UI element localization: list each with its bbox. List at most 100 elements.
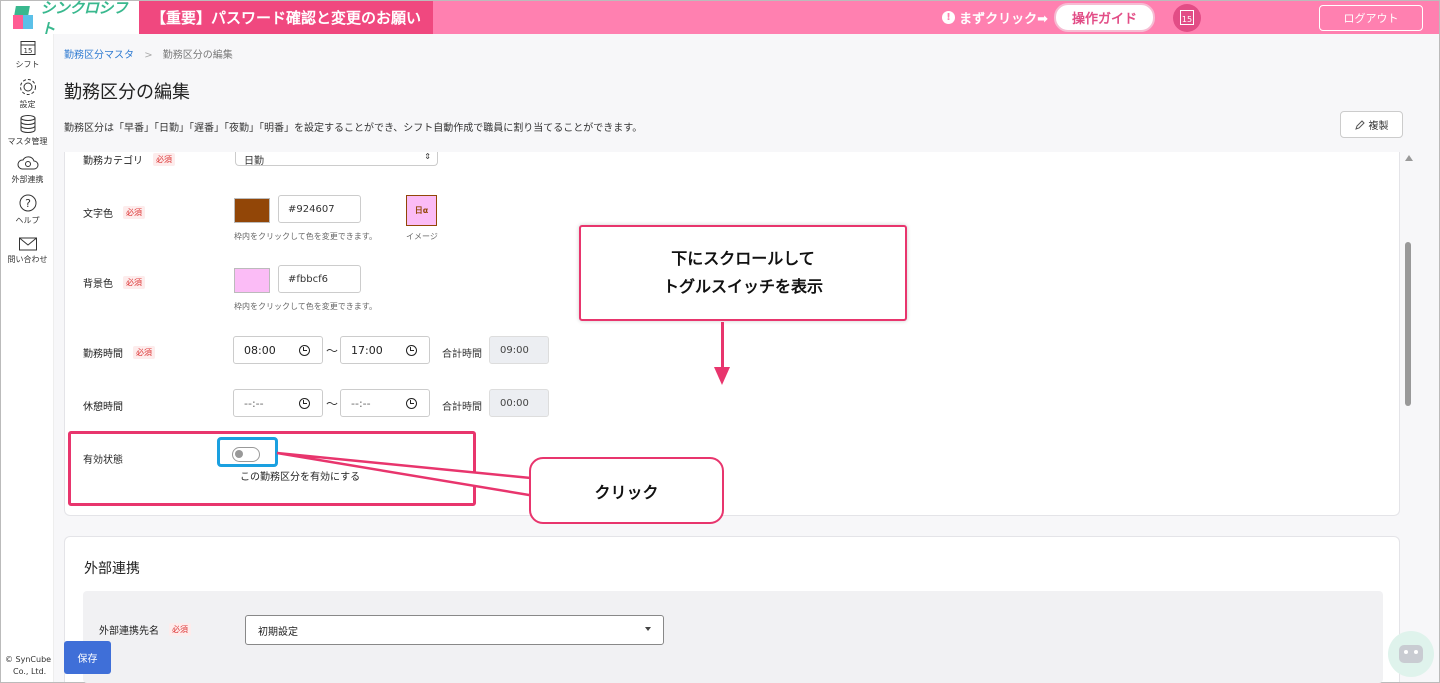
sidebar-item-label: 外部連携 (11, 175, 44, 184)
external-name-label: 外部連携先名 (99, 626, 159, 637)
breadcrumb-link-work-category-master[interactable]: 勤務区分マスタ (64, 50, 134, 61)
app-logo[interactable]: シンクロシフト (1, 0, 139, 38)
scroll-instruction-callout: 下にスクロールして トグルスイッチを表示 (579, 225, 907, 321)
work-time-label-row: 勤務時間 必須 (83, 345, 155, 360)
sidebar-item-external[interactable]: 外部連携 (1, 154, 54, 185)
clock-icon[interactable] (406, 345, 417, 356)
clock-icon[interactable] (299, 398, 310, 409)
external-section-title: 外部連携 (84, 561, 140, 577)
sidebar-item-label: 設定 (19, 100, 36, 109)
help-icon: ? (19, 194, 36, 212)
exclamation-icon: ! (942, 11, 956, 24)
arrow-down-icon (714, 367, 730, 385)
scroll-instruction-line2: トグルスイッチを表示 (662, 277, 823, 296)
break-end-time-input[interactable]: --:-- (340, 389, 430, 417)
chat-assistant-button[interactable] (1388, 631, 1434, 677)
sidebar-item-label: ヘルプ (15, 216, 40, 225)
logo-text: シンクロシフト (40, 0, 128, 38)
copy-button-label: 複製 (1368, 121, 1389, 132)
external-integration-card: 外部連携 外部連携先名 必須 初期設定 (64, 536, 1400, 683)
time-separator: 〜 (326, 397, 339, 411)
external-name-select[interactable]: 初期設定 (245, 615, 664, 645)
sidebar-item-settings[interactable]: 設定 (1, 77, 54, 110)
copyright-line: © SynCube (5, 655, 52, 664)
breadcrumb: 勤務区分マスタ > 勤務区分の編集 (64, 46, 233, 61)
bg-color-hint: 枠内をクリックして色を変更できます。 (234, 302, 377, 311)
main-content: 勤務区分マスタ > 勤務区分の編集 勤務区分の編集 勤務区分は「早番」「日勤」「… (54, 34, 1439, 683)
break-end-value: --:-- (351, 396, 371, 410)
sidebar-item-label: シフト (15, 60, 40, 69)
text-color-hint: 枠内をクリックして色を変更できます。 (234, 232, 377, 241)
sidebar-item-label: マスタ管理 (7, 137, 48, 146)
work-start-value: 08:00 (244, 343, 276, 357)
break-total-label: 合計時間 (442, 402, 482, 413)
calendar-icon: 15 (20, 41, 35, 55)
toggle-highlight (217, 437, 278, 467)
logout-button[interactable]: ログアウト (1319, 4, 1423, 31)
calendar-button[interactable]: 15 (1173, 3, 1201, 32)
text-color-label: 文字色 (83, 209, 113, 220)
breadcrumb-separator: > (144, 50, 153, 61)
page-title: 勤務区分の編集 (64, 82, 190, 103)
sidebar-calendar-day: 15 (23, 47, 32, 55)
break-start-time-input[interactable]: --:-- (233, 389, 323, 417)
work-end-time-input[interactable]: 17:00 (340, 336, 430, 364)
text-color-input[interactable]: #924607 (278, 195, 361, 223)
sidebar-item-help[interactable]: ? ヘルプ (1, 193, 54, 226)
color-preview: 日α (406, 195, 437, 226)
copyright: © SynCube Co., Ltd. (5, 654, 51, 678)
text-color-label-row: 文字色 必須 (83, 205, 145, 220)
external-name-label-row: 外部連携先名 必須 (99, 622, 191, 637)
mail-icon (18, 237, 37, 251)
required-badge: 必須 (123, 206, 145, 219)
work-start-time-input[interactable]: 08:00 (233, 336, 323, 364)
breadcrumb-current: 勤務区分の編集 (162, 50, 233, 61)
category-select[interactable]: 日勤 ⇕ (235, 152, 438, 167)
form-scrollbar[interactable] (1403, 152, 1413, 516)
pencil-icon (1354, 119, 1365, 130)
scroll-thumb[interactable] (1405, 242, 1411, 406)
break-time-label-row: 休憩時間 (83, 398, 123, 413)
scroll-down-arrow (721, 322, 724, 372)
page-description: 勤務区分は「早番」「日勤」「遅番」「夜勤」「明番」を設定することができ、シフト自… (64, 123, 643, 134)
clock-icon[interactable] (406, 398, 417, 409)
time-separator: 〜 (326, 344, 339, 358)
guide-hint: ! まずクリック➡ (942, 8, 1048, 27)
work-end-value: 17:00 (351, 343, 383, 357)
copy-button[interactable]: 複製 (1340, 111, 1403, 138)
scroll-up-icon[interactable] (1405, 155, 1413, 161)
text-color-swatch[interactable] (234, 198, 270, 223)
updown-icon: ⇕ (424, 152, 431, 161)
required-badge: 必須 (169, 623, 191, 636)
save-button[interactable]: 保存 (64, 641, 111, 674)
external-name-value: 初期設定 (258, 626, 298, 638)
category-value: 日勤 (244, 156, 264, 167)
copyright-line: Co., Ltd. (13, 667, 47, 676)
required-badge: 必須 (153, 153, 175, 166)
required-badge: 必須 (133, 346, 155, 359)
required-badge: 必須 (123, 276, 145, 289)
database-icon (20, 115, 35, 134)
bg-color-label: 背景色 (83, 279, 113, 290)
top-bar: シンクロシフト 【重要】パスワード確認と変更のお願い ! まずクリック➡ 操作ガ… (1, 0, 1439, 38)
sidebar: 15 シフト 設定 マスタ管理 外部連携 ? ヘルプ 問い合わせ © SynCu… (1, 34, 54, 682)
category-label: 勤務カテゴリ (83, 156, 143, 167)
bg-color-swatch[interactable] (234, 268, 270, 293)
svg-text:?: ? (25, 197, 31, 210)
operation-guide-button[interactable]: 操作ガイド (1053, 3, 1155, 32)
break-start-value: --:-- (244, 396, 264, 410)
sidebar-item-master[interactable]: マスタ管理 (1, 114, 54, 147)
scroll-instruction-line1: 下にスクロールして (671, 249, 815, 268)
external-field-panel: 外部連携先名 必須 初期設定 (83, 591, 1383, 683)
important-notice-link[interactable]: 【重要】パスワード確認と変更のお願い (139, 1, 434, 34)
bg-color-input[interactable]: #fbbcf6 (278, 265, 361, 293)
cloud-sync-icon (16, 156, 38, 170)
bg-color-label-row: 背景色 必須 (83, 275, 145, 290)
preview-label: イメージ (406, 232, 438, 241)
logo-mark-icon (13, 5, 34, 30)
break-total-value: 00:00 (489, 389, 549, 417)
sidebar-item-contact[interactable]: 問い合わせ (1, 236, 54, 265)
sidebar-item-shift[interactable]: 15 シフト (1, 39, 54, 70)
gear-icon (19, 79, 36, 95)
clock-icon[interactable] (299, 345, 310, 356)
